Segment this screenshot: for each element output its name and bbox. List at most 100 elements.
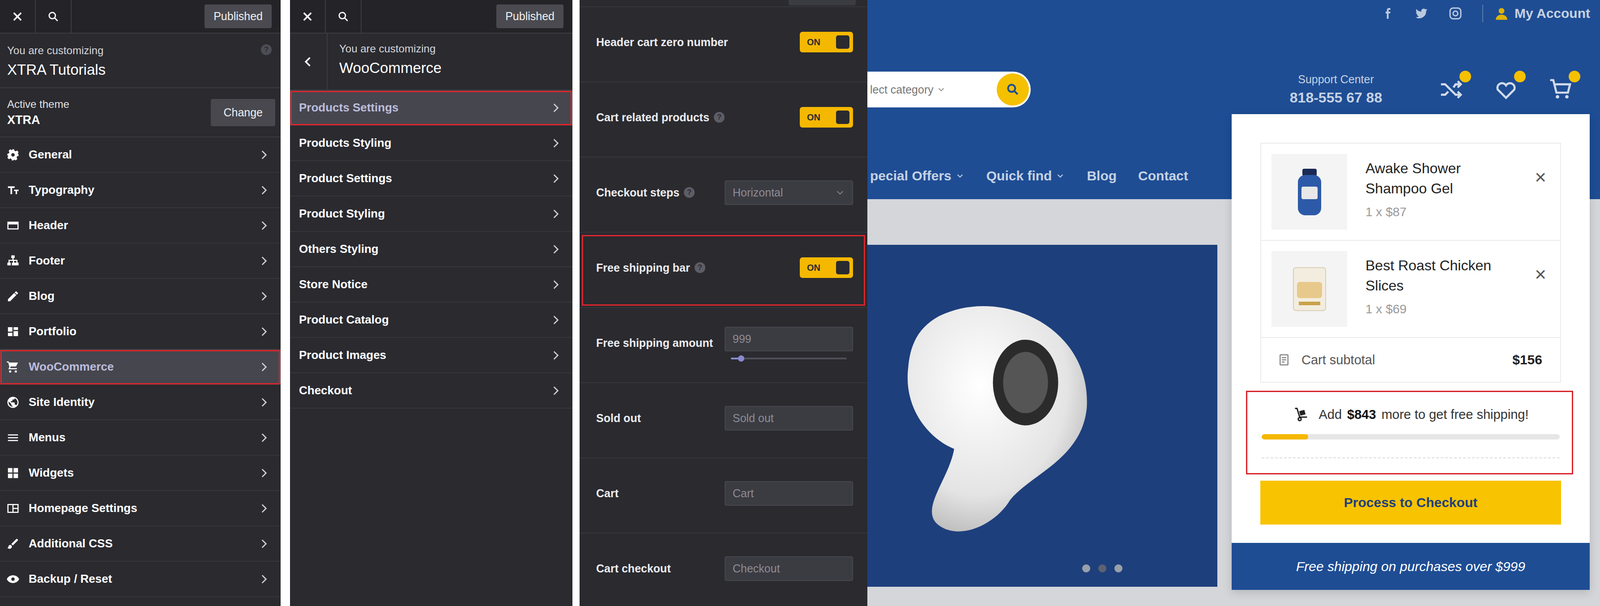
nav-item[interactable]: pecial Offers: [870, 168, 965, 184]
remove-button[interactable]: ×: [1531, 251, 1550, 285]
grid-icon: [6, 466, 20, 480]
help-icon[interactable]: ?: [260, 44, 272, 56]
published-button[interactable]: Published: [204, 4, 272, 29]
search-button[interactable]: [325, 0, 362, 34]
text-field[interactable]: Cart: [724, 481, 854, 506]
receipt-icon: [1277, 353, 1291, 367]
caption: You are customizing: [339, 42, 442, 56]
menu-item[interactable]: Site Identity: [0, 384, 281, 421]
facebook-icon[interactable]: [1380, 6, 1395, 21]
nav-item[interactable]: Blog: [1086, 168, 1117, 184]
checkout-button[interactable]: Process to Checkout: [1260, 480, 1562, 525]
menu-item[interactable]: Footer: [0, 243, 281, 279]
active-theme-label: Active theme: [7, 98, 70, 111]
section-item[interactable]: Product Images: [290, 337, 573, 374]
close-button[interactable]: [290, 0, 326, 34]
setting-row: Cart related products? ON: [579, 82, 868, 158]
shuffle-icon: [1438, 76, 1464, 103]
chevron-down-icon: [835, 187, 845, 198]
section-item[interactable]: Product Catalog: [290, 302, 573, 338]
setting-row: Sold out Sold out: [579, 383, 868, 459]
number-field[interactable]: 999: [724, 326, 854, 352]
remove-button[interactable]: ×: [1531, 153, 1550, 188]
search-button[interactable]: [996, 73, 1029, 106]
settings-panel: Header cart zero numberONCart related pr…: [579, 0, 868, 606]
menu-item[interactable]: Menus: [0, 420, 281, 456]
free-shipping-notice: Free shipping on purchases over $999: [1231, 542, 1590, 590]
setting-row: Cart checkoutCheckout: [579, 533, 868, 606]
section-item[interactable]: Products Styling: [290, 125, 573, 162]
range-slider[interactable]: [730, 357, 847, 360]
product-name[interactable]: Best Roast Chicken Slices: [1365, 255, 1518, 296]
help-icon[interactable]: ?: [713, 111, 725, 123]
section-item[interactable]: Product Styling: [290, 196, 573, 232]
nav-item[interactable]: Contact: [1138, 168, 1189, 184]
chevron-right-icon: [550, 243, 562, 256]
toggle-switch[interactable]: ON: [799, 257, 854, 278]
change-button[interactable]: Change: [210, 98, 276, 127]
chevron-right-icon: [550, 172, 562, 185]
text-field[interactable]: Checkout: [724, 556, 854, 581]
menu-item[interactable]: Widgets: [0, 455, 281, 491]
chevron-right-icon: [258, 290, 270, 303]
text-field[interactable]: Sold out: [724, 405, 854, 431]
shuffle-button[interactable]: [1438, 76, 1464, 103]
layout-icon: [6, 501, 20, 516]
select-field[interactable]: Horizontal: [724, 180, 854, 205]
menu-item[interactable]: Homepage Settings: [0, 490, 281, 527]
instagram-icon[interactable]: [1448, 6, 1463, 21]
product-name[interactable]: Awake Shower Shampoo Gel: [1365, 158, 1518, 199]
menu-item[interactable]: WooCommerce: [0, 349, 281, 385]
section-item[interactable]: Store Notice: [290, 267, 573, 303]
close-button[interactable]: [0, 0, 36, 34]
setting-row: CartCart: [579, 458, 868, 534]
menu-item[interactable]: Typography: [0, 172, 281, 209]
search-button[interactable]: [35, 0, 72, 34]
chevron-right-icon: [258, 184, 270, 197]
back-button[interactable]: [290, 33, 328, 90]
product-image[interactable]: [1271, 153, 1348, 230]
menu-item[interactable]: General: [0, 137, 281, 173]
section-item[interactable]: Products Settings: [290, 90, 573, 126]
twitter-icon[interactable]: [1414, 6, 1429, 21]
section-item[interactable]: Others Styling: [290, 231, 573, 268]
setting-label: Sold out: [596, 411, 720, 425]
range-control: 999: [724, 326, 854, 360]
free-shipping-message: Add$843more to get free shipping!: [1261, 406, 1560, 423]
count-badge: [1568, 70, 1581, 83]
menu-item[interactable]: Additional CSS: [0, 526, 281, 562]
category-search[interactable]: lect category: [867, 71, 1031, 108]
cart-button[interactable]: [1548, 76, 1574, 103]
help-icon[interactable]: ?: [683, 187, 695, 198]
toggle-switch[interactable]: ON: [799, 31, 854, 53]
published-button[interactable]: Published: [496, 4, 564, 29]
setting-label: Cart related products?: [596, 110, 795, 124]
menu-item[interactable]: Blog: [0, 278, 281, 315]
pencil-icon: [6, 289, 20, 303]
product-price: 1 x $69: [1365, 302, 1532, 317]
section-item[interactable]: Product Settings: [290, 161, 573, 197]
toggle-switch[interactable]: ON: [799, 106, 854, 128]
hand-truck-icon: [1292, 406, 1310, 423]
search-icon: [337, 10, 350, 23]
menu-item[interactable]: Backup / Reset: [0, 561, 281, 598]
header-icons: [1438, 76, 1574, 103]
menu-item[interactable]: Header: [0, 208, 281, 244]
help-icon[interactable]: ?: [694, 262, 706, 274]
slider-dot[interactable]: [1114, 564, 1123, 573]
slider-dot[interactable]: [1098, 564, 1107, 573]
section-item[interactable]: Checkout: [290, 373, 573, 409]
menu-item[interactable]: Portfolio: [0, 314, 281, 350]
chevron-right-icon: [550, 384, 562, 397]
heart-button[interactable]: [1493, 76, 1519, 103]
slider-dot[interactable]: [1082, 564, 1091, 573]
free-shipping-progress: [1261, 434, 1560, 440]
setting-row: Header cart zero numberON: [579, 7, 868, 83]
scrolled-strip: [579, 0, 868, 8]
cut-off-button[interactable]: [788, 0, 856, 6]
chevron-down-icon: [955, 170, 965, 181]
my-account-link[interactable]: My Account: [1493, 5, 1591, 22]
chevron-right-icon: [550, 102, 562, 114]
product-image[interactable]: [1271, 251, 1348, 327]
nav-item[interactable]: Quick find: [986, 168, 1066, 184]
